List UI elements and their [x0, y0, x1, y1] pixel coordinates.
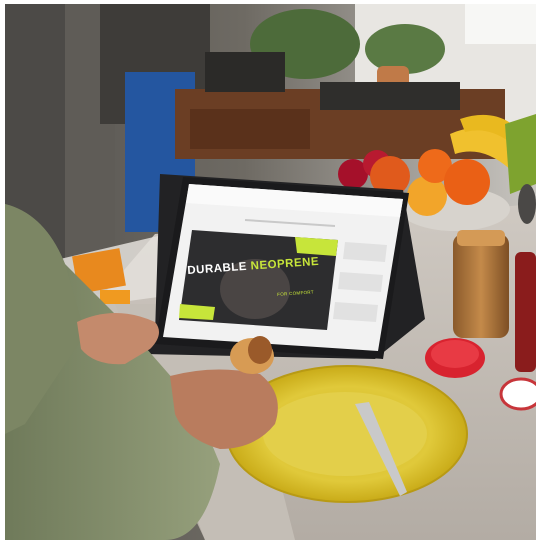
orange-3	[444, 159, 490, 205]
screen-sidebar-block	[343, 242, 387, 262]
plant-tray	[320, 82, 460, 110]
white-jar-lid	[499, 377, 536, 411]
photo-frame: DURABLE NEOPRENE FOR COMFORT	[5, 4, 536, 540]
bottle	[518, 184, 536, 224]
plate-center	[263, 392, 427, 476]
banner-accent	[295, 237, 338, 256]
jar-rim	[457, 230, 505, 246]
lemon	[407, 176, 447, 216]
screen-sidebar-block-3	[333, 302, 378, 322]
bag-clip	[100, 290, 130, 304]
window-pane	[465, 4, 536, 44]
red-jar-lid-top	[431, 340, 479, 368]
cabinet-drawer	[190, 109, 310, 149]
leaf	[505, 114, 536, 194]
jelly-jar	[515, 252, 536, 372]
sandwich-crust	[248, 336, 272, 364]
dark-planter	[205, 52, 285, 92]
kitchen-scene	[5, 4, 536, 540]
screen-sidebar-block-2	[338, 272, 383, 292]
peanut-butter-jar	[453, 234, 509, 338]
